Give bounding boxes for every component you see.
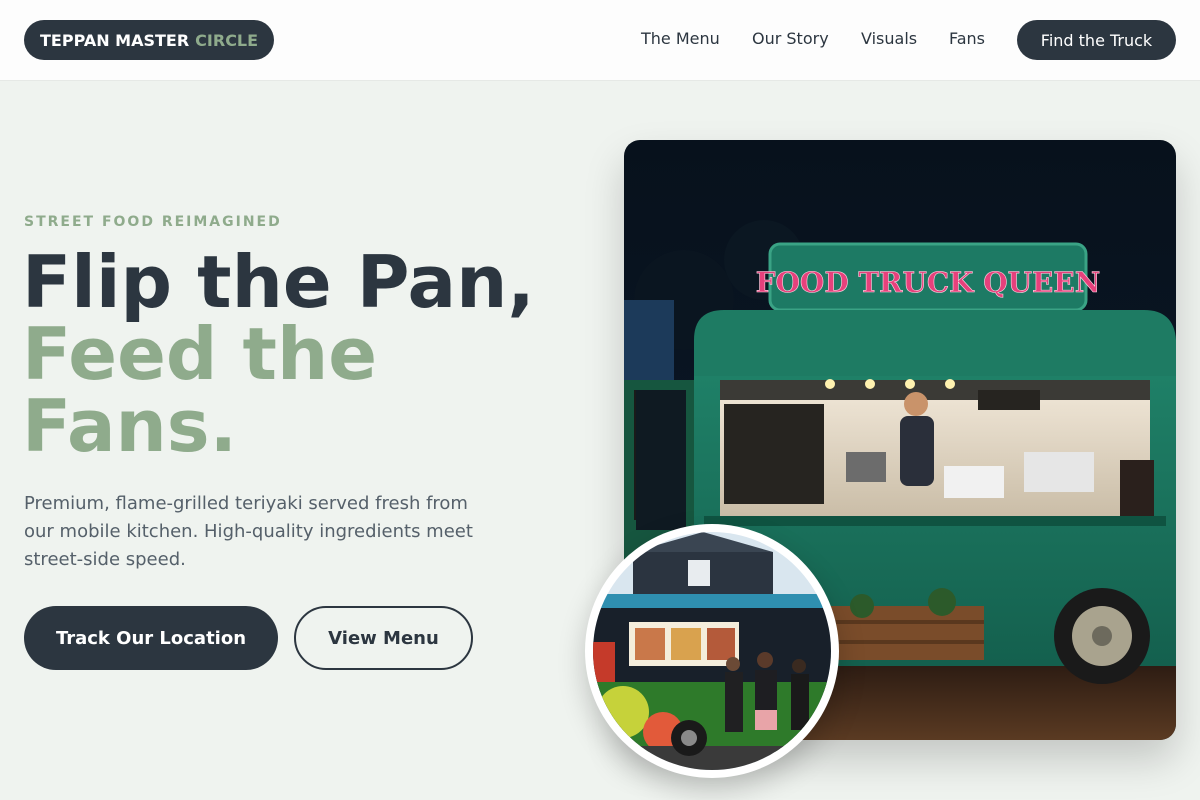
track-location-button[interactable]: Track Our Location	[24, 606, 278, 670]
hero-description: Premium, flame-grilled teriyaki served f…	[24, 493, 473, 570]
view-menu-button[interactable]: View Menu	[294, 606, 473, 670]
nav-link-menu[interactable]: The Menu	[641, 29, 720, 48]
nav-link-visuals[interactable]: Visuals	[861, 29, 917, 48]
find-truck-button[interactable]: Find the Truck	[1017, 20, 1176, 60]
logo-main-text: TEPPAN MASTER	[40, 30, 190, 50]
headline-line-1: Flip the Pan,	[22, 240, 535, 324]
truck-sign-text: FOOD TRUCK QUEEN	[756, 266, 1101, 299]
nav-link-fans[interactable]: Fans	[949, 29, 985, 48]
headline-line-3: Fans.	[22, 384, 238, 468]
logo[interactable]: TEPPAN MASTER CIRCLE	[24, 20, 275, 60]
hero-headline: Flip the Pan, Feed the Fans.	[22, 246, 535, 462]
food-truck-inset-photo	[585, 524, 839, 778]
headline-line-2: Feed the	[22, 312, 378, 396]
site-header: TEPPAN MASTER CIRCLE The Menu Our Story V…	[0, 0, 1200, 81]
nav-link-story[interactable]: Our Story	[752, 29, 829, 48]
logo-accent-text: CIRCLE	[195, 30, 259, 50]
hero-eyebrow: STREET FOOD REIMAGINED	[24, 214, 282, 230]
